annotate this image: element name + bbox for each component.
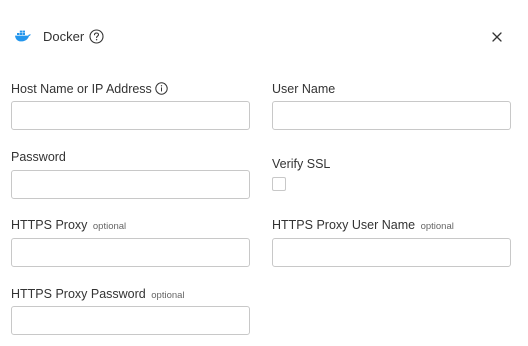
https-proxy-label: HTTPS Proxy optional <box>11 218 127 232</box>
host-input[interactable] <box>11 101 250 130</box>
https-proxy-input[interactable] <box>11 238 250 267</box>
help-circle-icon[interactable] <box>89 29 104 44</box>
optional-tag: optional <box>151 290 185 301</box>
password-field: Password <box>11 149 250 199</box>
https-proxy-password-field: HTTPS Proxy Password optional <box>11 286 250 336</box>
optional-tag: optional <box>92 221 127 232</box>
close-icon[interactable] <box>491 31 503 43</box>
dialog-header: Docker <box>0 0 528 72</box>
verify-ssl-label: Verify SSL <box>272 157 331 171</box>
info-icon[interactable] <box>155 82 168 95</box>
password-label: Password <box>11 150 66 164</box>
user-name-input[interactable] <box>272 101 511 130</box>
user-name-label: User Name <box>272 82 336 96</box>
host-label: Host Name or IP Address <box>11 81 168 97</box>
host-field: Host Name or IP Address <box>11 81 250 131</box>
dialog-title: Docker <box>43 29 85 44</box>
https-proxy-field: HTTPS Proxy optional <box>11 217 250 267</box>
https-proxy-password-input[interactable] <box>11 306 250 335</box>
docker-icon <box>15 30 31 42</box>
verify-ssl-field: Verify SSL <box>272 156 511 196</box>
https-proxy-password-label: HTTPS Proxy Password optional <box>11 287 185 301</box>
https-proxy-user-field: HTTPS Proxy User Name optional <box>272 217 511 267</box>
user-name-field: User Name <box>272 81 511 131</box>
optional-tag: optional <box>420 221 454 232</box>
password-input[interactable] <box>11 170 250 199</box>
https-proxy-user-input[interactable] <box>272 238 511 267</box>
verify-ssl-checkbox[interactable] <box>272 177 286 191</box>
close-button[interactable] <box>488 28 506 46</box>
https-proxy-user-label: HTTPS Proxy User Name optional <box>272 218 454 232</box>
